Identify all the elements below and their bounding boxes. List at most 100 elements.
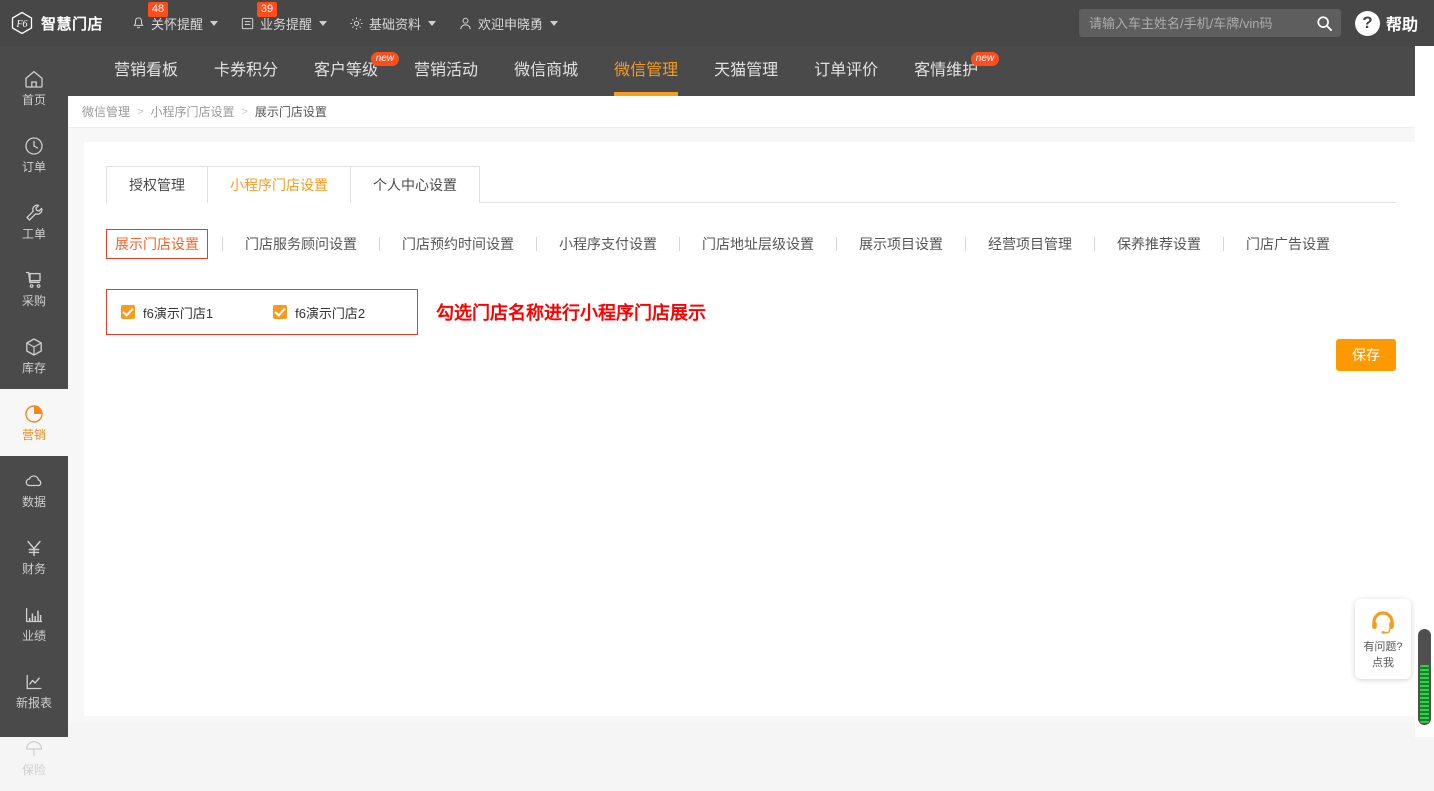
subtab-divider xyxy=(222,237,223,251)
sidebar-item-home[interactable]: 首页 xyxy=(0,54,68,121)
sidebar-item-inventory[interactable]: 库存 xyxy=(0,322,68,389)
sidebar-item-orders[interactable]: 订单 xyxy=(0,121,68,188)
line-chart-icon xyxy=(23,671,45,693)
subtab-maintenance-recommendation-settings[interactable]: 保养推荐设置 xyxy=(1109,230,1209,258)
navtab-order-review[interactable]: 订单评价 xyxy=(796,46,896,96)
subtab-store-ad-settings[interactable]: 门店广告设置 xyxy=(1238,230,1338,258)
notification-badge: 39 xyxy=(257,2,277,17)
tab-miniprogram-store-settings[interactable]: 小程序门店设置 xyxy=(207,166,351,203)
help-button[interactable]: ? 帮助 xyxy=(1355,11,1418,36)
navtab-wechat-mall[interactable]: 微信商城 xyxy=(496,46,596,96)
content-wrapper: 授权管理 小程序门店设置 个人中心设置 展示门店设置 门店服务顾问设置 门店预约… xyxy=(68,128,1434,737)
module-nav-tabs: 营销看板 卡券积分 客户等级 new 营销活动 微信商城 微信管理 天猫管理 订… xyxy=(68,46,1434,96)
yen-icon xyxy=(23,537,45,559)
top-menu-label: 欢迎申晓勇 xyxy=(478,14,543,33)
bell-icon xyxy=(131,16,146,31)
pie-chart-icon xyxy=(23,403,45,425)
subtab-business-item-management[interactable]: 经营项目管理 xyxy=(980,230,1080,258)
help-label: 帮助 xyxy=(1386,11,1418,35)
scrollbar-thumb-stripes xyxy=(1420,665,1429,723)
sidebar-item-label: 采购 xyxy=(22,295,46,308)
sidebar-item-finance[interactable]: 财务 xyxy=(0,523,68,590)
subtab-divider xyxy=(965,237,966,251)
notification-badge: 48 xyxy=(148,2,168,17)
breadcrumb: 微信管理 > 小程序门店设置 > 展示门店设置 xyxy=(68,96,1434,128)
top-menu: 关怀提醒 48 业务提醒 39 基础资料 xyxy=(120,0,569,46)
navtab-label: 卡券积分 xyxy=(214,62,278,79)
top-menu-item-care-reminder[interactable]: 关怀提醒 48 xyxy=(120,0,229,46)
sidebar-item-label: 首页 xyxy=(22,94,46,107)
top-menu-item-basic-data[interactable]: 基础资料 xyxy=(338,0,447,46)
subtab-divider xyxy=(536,237,537,251)
cart-icon xyxy=(23,269,45,291)
sub-tab-nav: 展示门店设置 门店服务顾问设置 门店预约时间设置 小程序支付设置 门店地址层级设… xyxy=(106,229,1396,259)
breadcrumb-item[interactable]: 微信管理 xyxy=(82,103,130,120)
subtab-display-store-settings[interactable]: 展示门店设置 xyxy=(106,229,208,259)
top-menu-item-user-account[interactable]: 欢迎申晓勇 xyxy=(447,0,569,46)
subtab-miniprogram-payment-settings[interactable]: 小程序支付设置 xyxy=(551,230,665,258)
navtab-tmall-management[interactable]: 天猫管理 xyxy=(696,46,796,96)
brand-logo[interactable]: F6 智慧门店 xyxy=(0,11,115,35)
tab-personal-center-settings[interactable]: 个人中心设置 xyxy=(350,166,480,203)
tab-authorization-management[interactable]: 授权管理 xyxy=(106,166,208,203)
breadcrumb-item-current: 展示门店设置 xyxy=(255,103,327,120)
save-button[interactable]: 保存 xyxy=(1336,339,1396,371)
checkbox-checked-icon[interactable] xyxy=(273,305,287,319)
left-sidebar: 首页 订单 工单 采购 xyxy=(0,46,68,737)
top-menu-item-business-reminder[interactable]: 业务提醒 39 xyxy=(229,0,338,46)
navtab-label: 客情维护 xyxy=(914,62,978,79)
question-mark-icon: ? xyxy=(1355,11,1380,36)
search-input[interactable] xyxy=(1089,16,1316,31)
headset-support-icon xyxy=(1368,608,1398,638)
navtab-coupon-points[interactable]: 卡券积分 xyxy=(196,46,296,96)
svg-text:F6: F6 xyxy=(15,19,27,30)
chevron-down-icon xyxy=(550,21,558,26)
sidebar-item-insurance[interactable]: 保险 xyxy=(0,724,68,791)
search-icon[interactable] xyxy=(1316,15,1333,32)
navtab-label: 微信管理 xyxy=(614,62,678,79)
navtab-customer-level[interactable]: 客户等级 new xyxy=(296,46,396,96)
navtab-marketing-board[interactable]: 营销看板 xyxy=(96,46,196,96)
store-checkbox-item[interactable]: f6演示门店1 xyxy=(121,303,213,322)
checkbox-checked-icon[interactable] xyxy=(121,305,135,319)
navtab-customer-care[interactable]: 客情维护 new xyxy=(896,46,996,96)
bar-chart-icon xyxy=(23,604,45,626)
sidebar-item-label: 业绩 xyxy=(22,630,46,643)
subtab-divider xyxy=(1223,237,1224,251)
page-scrollbar[interactable] xyxy=(1415,46,1434,737)
subtab-store-advisor-settings[interactable]: 门店服务顾问设置 xyxy=(237,230,365,258)
umbrella-icon xyxy=(23,738,45,760)
sidebar-item-purchase[interactable]: 采购 xyxy=(0,255,68,322)
chevron-down-icon xyxy=(210,21,218,26)
scrollbar-thumb[interactable] xyxy=(1418,629,1431,725)
cloud-icon xyxy=(23,470,45,492)
sidebar-item-performance[interactable]: 业绩 xyxy=(0,590,68,657)
sidebar-item-data[interactable]: 数据 xyxy=(0,456,68,523)
subtab-store-address-hierarchy-settings[interactable]: 门店地址层级设置 xyxy=(694,230,822,258)
subtab-store-appointment-time-settings[interactable]: 门店预约时间设置 xyxy=(394,230,522,258)
store-checkbox-item[interactable]: f6演示门店2 xyxy=(273,303,365,322)
sidebar-item-new-reports[interactable]: 新报表 xyxy=(0,657,68,724)
sidebar-item-label: 订单 xyxy=(22,161,46,174)
sidebar-item-marketing[interactable]: 营销 xyxy=(0,389,68,456)
top-header-bar: F6 智慧门店 关怀提醒 48 xyxy=(0,0,1434,46)
subtab-divider xyxy=(679,237,680,251)
navtab-label: 天猫管理 xyxy=(714,62,778,79)
store-label: f6演示门店1 xyxy=(143,303,213,322)
sidebar-item-label: 营销 xyxy=(22,429,46,442)
navtab-label: 营销看板 xyxy=(114,62,178,79)
navtab-wechat-management[interactable]: 微信管理 xyxy=(596,46,696,96)
subtab-divider xyxy=(1094,237,1095,251)
sidebar-item-workorder[interactable]: 工单 xyxy=(0,188,68,255)
settings-card: 授权管理 小程序门店设置 个人中心设置 展示门店设置 门店服务顾问设置 门店预约… xyxy=(84,142,1418,716)
navtab-marketing-campaign[interactable]: 营销活动 xyxy=(396,46,496,96)
support-chat-widget[interactable]: 有问题? 点我 xyxy=(1355,599,1411,679)
sidebar-item-label: 保险 xyxy=(22,764,46,777)
subtab-display-item-settings[interactable]: 展示项目设置 xyxy=(851,230,951,258)
global-search-box[interactable] xyxy=(1079,9,1341,37)
brand-name: 智慧门店 xyxy=(41,13,103,34)
home-icon xyxy=(23,68,45,90)
breadcrumb-item[interactable]: 小程序门店设置 xyxy=(150,103,234,120)
settings-tab-group: 授权管理 小程序门店设置 个人中心设置 xyxy=(106,166,1396,203)
new-badge: new xyxy=(971,52,999,66)
